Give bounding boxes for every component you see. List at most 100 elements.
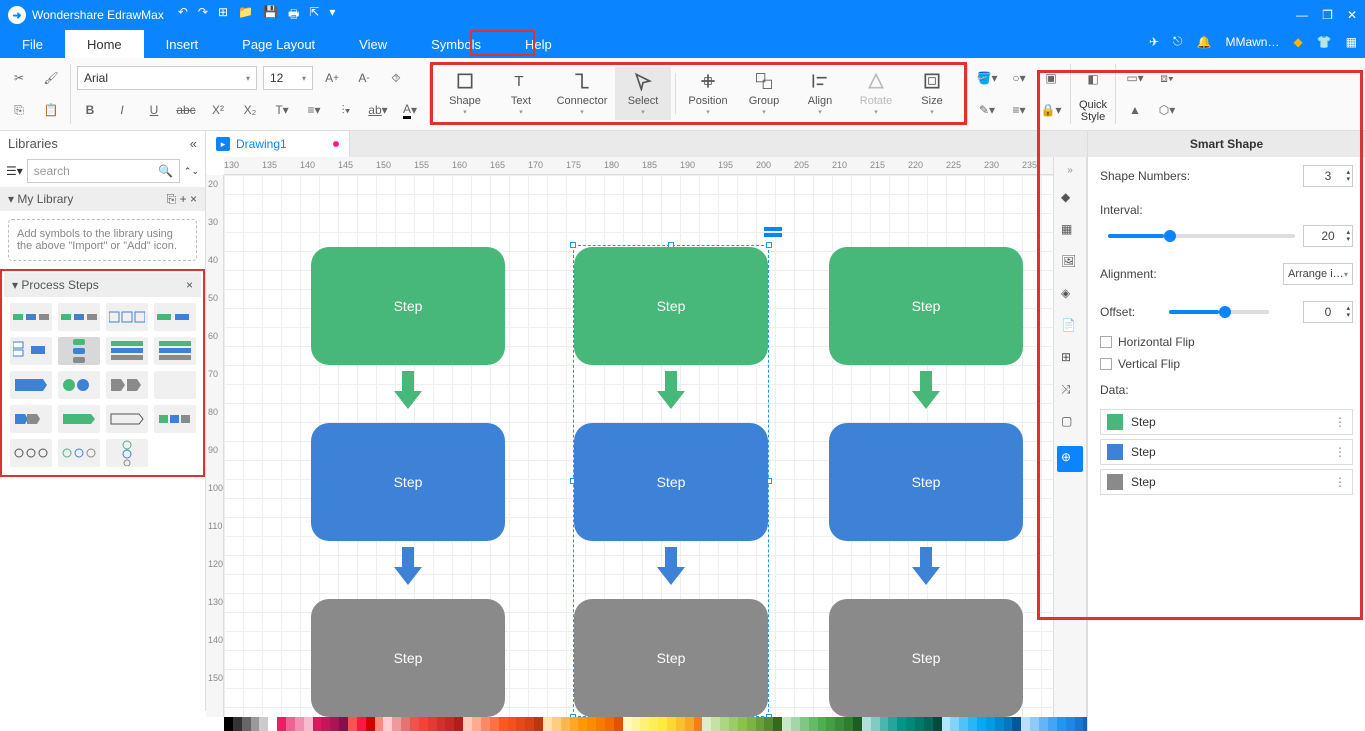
export-icon[interactable]: ⇱: [309, 5, 319, 26]
combine-icon[interactable]: ⬡▾: [1154, 97, 1180, 123]
color-swatch[interactable]: [490, 717, 499, 731]
image-tool-icon[interactable]: 🖼: [1061, 254, 1079, 272]
color-swatch[interactable]: [915, 717, 924, 731]
color-swatch[interactable]: [534, 717, 543, 731]
color-swatch[interactable]: [516, 717, 525, 731]
color-swatch[interactable]: [995, 717, 1004, 731]
font-grow-icon[interactable]: A+: [319, 65, 345, 91]
color-swatch[interactable]: [711, 717, 720, 731]
color-swatch[interactable]: [605, 717, 614, 731]
color-swatch[interactable]: [959, 717, 968, 731]
vertical-flip-checkbox[interactable]: Vertical Flip: [1088, 353, 1365, 375]
process-steps-header[interactable]: ▾ Process Steps ×: [4, 273, 201, 297]
underline-icon[interactable]: U: [141, 97, 167, 123]
color-swatch[interactable]: [366, 717, 375, 731]
maximize-icon[interactable]: ❐: [1322, 8, 1333, 22]
color-swatch[interactable]: [658, 717, 667, 731]
color-swatch[interactable]: [968, 717, 977, 731]
color-swatch[interactable]: [906, 717, 915, 731]
alignment-select[interactable]: Arrange i…▾: [1283, 263, 1353, 285]
open-icon[interactable]: 📁: [238, 5, 253, 26]
quick-style-icon[interactable]: ◧: [1077, 65, 1109, 93]
color-swatch[interactable]: [375, 717, 384, 731]
shape-thumb[interactable]: [58, 371, 100, 399]
new-icon[interactable]: ⊞: [218, 5, 228, 26]
color-swatch[interactable]: [1021, 717, 1030, 731]
tshirt-icon[interactable]: 👕: [1317, 35, 1332, 49]
close-lib-icon[interactable]: ×: [190, 192, 197, 206]
color-swatch[interactable]: [773, 717, 782, 731]
step-shape[interactable]: Step: [829, 423, 1023, 541]
highlight-icon[interactable]: ab▾: [365, 97, 391, 123]
save-icon[interactable]: 💾: [263, 5, 278, 26]
shape-thumb[interactable]: [10, 405, 52, 433]
search-input[interactable]: search🔍: [27, 159, 180, 183]
print-icon[interactable]: 🖶: [288, 5, 299, 26]
color-swatch[interactable]: [1048, 717, 1057, 731]
format-painter-icon[interactable]: 🖌: [38, 65, 64, 91]
tool-group[interactable]: Group▾: [736, 67, 792, 120]
step-shape[interactable]: Step: [829, 599, 1023, 717]
color-swatch[interactable]: [224, 717, 233, 731]
subscript-icon[interactable]: X₂: [237, 97, 263, 123]
tab-view[interactable]: View: [337, 30, 409, 58]
shape-thumb[interactable]: [106, 303, 148, 331]
tool-size[interactable]: Size▾: [904, 67, 960, 120]
close-icon[interactable]: ✕: [1347, 8, 1357, 22]
color-swatch[interactable]: [720, 717, 729, 731]
color-swatch[interactable]: [853, 717, 862, 731]
color-swatch[interactable]: [1004, 717, 1013, 731]
crown-icon[interactable]: ◆: [1293, 35, 1302, 49]
color-swatch[interactable]: [685, 717, 694, 731]
shape-thumb[interactable]: [106, 405, 148, 433]
offset-input[interactable]: 0▴▾: [1303, 301, 1353, 323]
color-swatch[interactable]: [1075, 717, 1084, 731]
color-swatch[interactable]: [1066, 717, 1075, 731]
tool-select[interactable]: Select▾: [615, 67, 671, 120]
search-expand-icon[interactable]: ⌃⌄: [184, 166, 199, 177]
superscript-icon[interactable]: X²: [205, 97, 231, 123]
tool-connector[interactable]: Connector▾: [549, 67, 615, 120]
color-swatch[interactable]: [259, 717, 268, 731]
shape-thumb[interactable]: [10, 439, 52, 467]
step-shape[interactable]: Step: [829, 247, 1023, 365]
font-name-select[interactable]: Arial▾: [77, 66, 257, 90]
shape-thumb[interactable]: [154, 405, 196, 433]
tab-home[interactable]: Home: [65, 30, 144, 58]
step-shape[interactable]: Step: [311, 247, 505, 365]
data-row[interactable]: Step⋮: [1100, 439, 1353, 465]
color-swatch[interactable]: [251, 717, 260, 731]
doc-tab-drawing1[interactable]: ▸ Drawing1: [206, 131, 350, 157]
import-icon[interactable]: ⎘: [167, 192, 177, 206]
presentation-tool-icon[interactable]: ▢: [1061, 414, 1079, 432]
color-swatch[interactable]: [1057, 717, 1066, 731]
color-swatch[interactable]: [233, 717, 242, 731]
case-icon[interactable]: T▾: [269, 97, 295, 123]
color-swatch[interactable]: [561, 717, 570, 731]
color-swatch[interactable]: [286, 717, 295, 731]
grid-tool-icon[interactable]: ▦: [1061, 222, 1079, 240]
minimize-icon[interactable]: —: [1296, 8, 1308, 22]
library-menu-icon[interactable]: ☰▾: [6, 164, 23, 178]
color-swatch[interactable]: [694, 717, 703, 731]
shuffle-tool-icon[interactable]: ⤨: [1061, 382, 1079, 400]
color-swatch[interactable]: [897, 717, 906, 731]
color-swatch[interactable]: [383, 717, 392, 731]
color-swatch[interactable]: [472, 717, 481, 731]
color-swatch[interactable]: [587, 717, 596, 731]
color-swatch[interactable]: [1012, 717, 1021, 731]
clear-format-icon[interactable]: ⯑: [383, 65, 409, 91]
color-swatch[interactable]: [401, 717, 410, 731]
tab-insert[interactable]: Insert: [144, 30, 221, 58]
redo-icon[interactable]: ↷: [198, 5, 208, 26]
color-swatch[interactable]: [738, 717, 747, 731]
shape-thumb[interactable]: [154, 371, 196, 399]
undo-icon[interactable]: ↶: [178, 5, 188, 26]
color-swatch[interactable]: [632, 717, 641, 731]
color-swatch[interactable]: [1039, 717, 1048, 731]
bullets-icon[interactable]: ⫶▾: [333, 97, 359, 123]
bold-icon[interactable]: B: [77, 97, 103, 123]
tab-page-layout[interactable]: Page Layout: [220, 30, 337, 58]
shape-thumb[interactable]: [106, 337, 148, 365]
shape-numbers-input[interactable]: 3▴▾: [1303, 165, 1353, 187]
